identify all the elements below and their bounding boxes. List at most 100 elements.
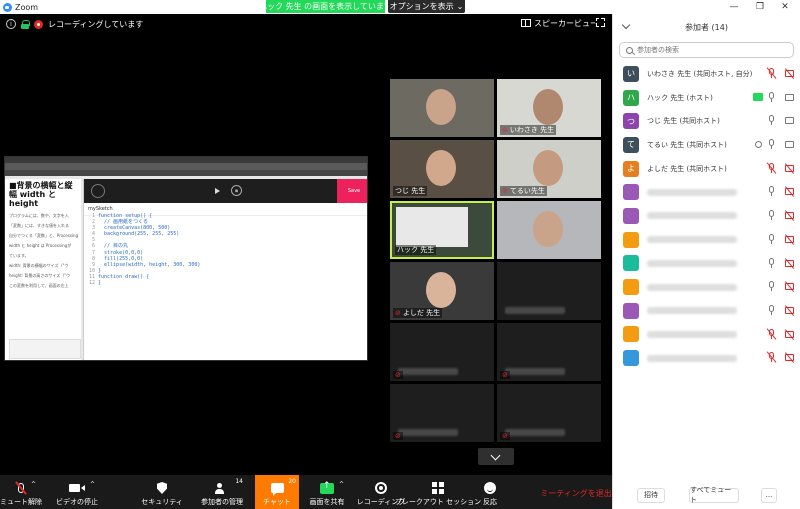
video-tile[interactable]: つじ 先生: [390, 140, 494, 198]
avatar: い: [623, 65, 639, 82]
microphone-muted-icon[interactable]: [766, 351, 777, 363]
breakout-rooms-button[interactable]: ブレークアウト セッション: [395, 475, 481, 509]
video-tile-name: つじ 先生: [395, 187, 426, 195]
video-off-icon[interactable]: [784, 68, 795, 79]
video-off-icon[interactable]: [784, 233, 795, 245]
participant-row[interactable]: ててるい 先生 (共同ホスト): [613, 133, 800, 157]
microphone-muted-icon[interactable]: [766, 162, 777, 174]
unmute-button[interactable]: ^ ミュート解除: [0, 475, 42, 509]
screen-share-icon: [753, 92, 763, 101]
microphone-icon[interactable]: [769, 210, 774, 221]
video-camera-icon[interactable]: [785, 141, 794, 149]
share-screen-button[interactable]: ^ 画面を共有: [304, 475, 350, 509]
video-off-icon[interactable]: [784, 281, 795, 293]
participant-row[interactable]: よよしだ 先生 (共同ホスト): [613, 157, 800, 181]
participant-video: [533, 89, 563, 125]
security-button[interactable]: セキュリティ: [140, 475, 184, 509]
video-tile-name: よしだ 先生: [402, 309, 441, 317]
microphone-icon[interactable]: [769, 139, 774, 150]
caret-up-icon[interactable]: ^: [31, 481, 36, 488]
fullscreen-icon[interactable]: [595, 17, 605, 27]
blurred-name: [647, 259, 737, 267]
doc-line: ています。: [9, 253, 29, 258]
microphone-icon[interactable]: [769, 91, 774, 102]
video-tile[interactable]: ⊘ いわさき 先生: [497, 79, 601, 137]
video-tile[interactable]: [390, 79, 494, 137]
reactions-button[interactable]: 反応: [476, 475, 504, 509]
blurred-name: [647, 307, 737, 315]
participant-row[interactable]: [613, 275, 800, 299]
participant-row[interactable]: [613, 323, 800, 347]
participant-row[interactable]: [613, 228, 800, 252]
video-tile[interactable]: ハック 先生: [390, 201, 494, 259]
microphone-icon[interactable]: [769, 115, 774, 126]
video-off-icon[interactable]: [784, 162, 795, 174]
recording-status: レコーディングしています: [48, 19, 144, 29]
participant-row[interactable]: [613, 180, 800, 204]
blurred-name: [647, 330, 737, 338]
more-options-button[interactable]: ...: [761, 487, 777, 503]
microphone-icon[interactable]: [769, 304, 774, 315]
leave-meeting-button[interactable]: ミーティングを退出: [540, 485, 612, 501]
speaker-view-button[interactable]: スピーカービュー: [521, 16, 598, 30]
participant-row[interactable]: [613, 299, 800, 323]
video-off-icon[interactable]: [784, 210, 795, 221]
close-button[interactable]: ✕: [772, 0, 798, 14]
play-icon: [215, 188, 220, 194]
minimize-button[interactable]: —: [721, 0, 747, 14]
participant-row[interactable]: [613, 346, 800, 370]
shield-icon: [155, 481, 169, 495]
caret-up-icon[interactable]: ^: [90, 481, 95, 488]
reactions-label: 反応: [483, 498, 497, 506]
microphone-icon[interactable]: [769, 186, 774, 197]
video-tile[interactable]: [497, 262, 601, 320]
info-icon[interactable]: i: [6, 19, 16, 29]
gallery-next-button[interactable]: [478, 448, 514, 465]
manage-participants-button[interactable]: 14 参加者の管理: [196, 475, 248, 509]
microphone-muted-icon[interactable]: [766, 67, 777, 79]
participant-search-input[interactable]: [637, 46, 787, 54]
code-text: function draw() {: [98, 273, 150, 280]
view-options-button[interactable]: オプションを表示 ⌄: [388, 0, 465, 13]
participant-name: つじ 先生 (共同ホスト): [647, 117, 720, 126]
video-off-icon[interactable]: [784, 186, 795, 198]
microphone-icon[interactable]: [769, 257, 774, 268]
stop-video-button[interactable]: ^ ビデオの停止: [48, 475, 106, 509]
participant-row[interactable]: ハハック 先生 (ホスト): [613, 86, 800, 110]
caret-up-icon[interactable]: ^: [339, 481, 344, 488]
maximize-button[interactable]: ❐: [747, 0, 773, 14]
chevron-down-icon[interactable]: [621, 20, 631, 30]
participant-row[interactable]: つつじ 先生 (共同ホスト): [613, 109, 800, 133]
microphone-icon[interactable]: [769, 281, 774, 292]
video-tile[interactable]: ⊘: [497, 323, 601, 381]
mute-all-button[interactable]: すべてミュート: [689, 486, 739, 504]
video-off-icon[interactable]: [784, 257, 795, 269]
video-off-icon[interactable]: [784, 328, 795, 340]
panel-footer: 招待 すべてミュート ...: [613, 481, 800, 509]
microphone-muted-icon[interactable]: [766, 327, 777, 340]
participant-row[interactable]: いいわさき 先生 (共同ホスト, 自分): [613, 62, 800, 86]
video-tile[interactable]: ⊘: [497, 384, 601, 442]
microphone-muted-icon: ⊘: [395, 309, 401, 317]
recording-icon: [34, 19, 43, 29]
video-camera-icon[interactable]: [785, 93, 794, 101]
video-off-icon[interactable]: [784, 352, 795, 364]
lock-icon[interactable]: [21, 19, 30, 29]
video-off-icon[interactable]: [784, 305, 795, 316]
blurred-name: [505, 429, 565, 436]
invite-button[interactable]: 招待: [637, 487, 665, 503]
blurred-name: [505, 307, 565, 314]
video-tile[interactable]: [497, 201, 601, 259]
video-camera-icon[interactable]: [785, 117, 794, 125]
video-tile[interactable]: ⊘: [390, 323, 494, 381]
participant-row[interactable]: [613, 204, 800, 228]
microphone-icon[interactable]: [769, 233, 774, 244]
video-tile[interactable]: ⊘ てるい先生: [497, 140, 601, 198]
avatar: [623, 231, 639, 248]
doc-line: width と height は Processingが: [9, 243, 72, 248]
video-tile[interactable]: ⊘ よしだ 先生: [390, 262, 494, 320]
chat-button[interactable]: 20 チャット: [255, 475, 299, 509]
participant-search[interactable]: [619, 42, 794, 58]
participant-row[interactable]: [613, 252, 800, 276]
video-tile[interactable]: ⊘: [390, 384, 494, 442]
